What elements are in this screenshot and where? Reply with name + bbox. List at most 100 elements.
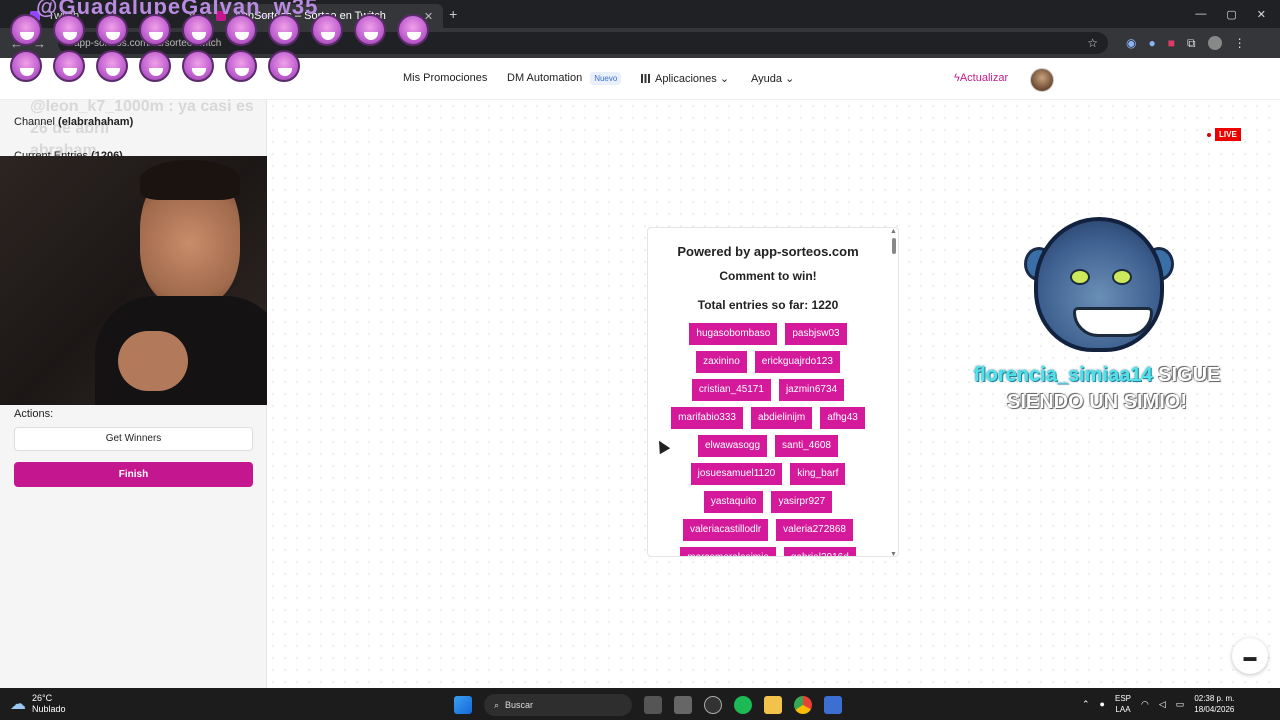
get-winners-button[interactable]: Get Winners (14, 427, 253, 451)
back-icon[interactable]: ← (10, 36, 23, 51)
entry-chip: josuesamuel1120 (690, 463, 783, 485)
volume-icon[interactable]: ◁ (1159, 699, 1166, 710)
search-label: Buscar (505, 700, 534, 710)
forward-icon[interactable]: → (33, 36, 46, 51)
scroll-down-icon[interactable]: ▼ (890, 551, 897, 556)
entry-chip: yastaquito (703, 491, 764, 513)
app-tray-icon[interactable]: ● (1100, 699, 1105, 709)
entry-chip: yasirpr927 (771, 491, 833, 513)
follower-alert: florencia_simiaa14 SIGUE SIENDO UN SIMIO… (917, 362, 1277, 416)
close-tab-icon[interactable]: ✕ (187, 10, 196, 23)
spotify-icon[interactable] (734, 696, 752, 714)
live-dot-icon (1207, 132, 1211, 137)
finish-button[interactable]: Finish (14, 462, 253, 487)
chat-support-button[interactable]: ▬ (1232, 638, 1268, 674)
new-badge: Nuevo (590, 72, 622, 85)
nav-label: Ayuda (751, 73, 782, 85)
entry-chip: jazmin6734 (778, 379, 845, 401)
chevron-down-icon: ⌄ (785, 73, 795, 85)
language-indicator[interactable]: ESP LAA (1115, 693, 1131, 715)
close-tab-icon[interactable]: ✕ (424, 10, 433, 23)
url-input[interactable]: app-sorteos.com/es/sorteo-twitch ☆ (58, 32, 1108, 54)
scroll-thumb[interactable] (892, 238, 896, 254)
new-tab-icon[interactable]: + (449, 6, 457, 22)
entry-chip: abdielinijm (750, 407, 813, 429)
address-bar-row: ← → app-sorteos.com/es/sorteo-twitch ☆ ◉… (0, 28, 1280, 58)
user-avatar[interactable] (1030, 68, 1054, 92)
entries-row: zaxinino erickguajrdo123 (658, 351, 878, 373)
comment-to-win: Comment to win! (719, 269, 817, 283)
bookmark-star-icon[interactable]: ☆ (1087, 36, 1098, 50)
entry-chip: marcomoralesimio (680, 547, 776, 556)
cloud-icon: ☁ (10, 696, 26, 713)
kebab-menu-icon[interactable]: ⋮ (1234, 36, 1246, 50)
tab-title: AppSorteos – Sorteo en Twitch (234, 10, 386, 22)
grid-icon (641, 74, 650, 83)
nav-dm-automation[interactable]: DM Automation Nuevo (507, 72, 622, 85)
entry-chip: afhg43 (820, 407, 865, 429)
minimize-icon[interactable]: — (1195, 8, 1206, 21)
extension-icon[interactable]: ■ (1168, 36, 1175, 50)
extension-icon[interactable]: ● (1148, 36, 1155, 50)
file-explorer-icon[interactable] (764, 696, 782, 714)
tab-twitch[interactable]: Twitch ✕ (20, 4, 206, 28)
channel-value: (elabrahaham) (58, 116, 134, 128)
time: 02:38 p. m. (1194, 694, 1235, 703)
scroll-up-icon[interactable]: ▲ (890, 228, 897, 235)
entries-row: elwawasogg santi_4608 (658, 435, 878, 457)
wifi-icon[interactable]: ◠ (1141, 699, 1149, 710)
battery-icon[interactable]: ▭ (1176, 699, 1185, 710)
mascot-eye (1070, 269, 1090, 285)
task-view-icon[interactable] (644, 696, 662, 714)
entry-chip: hugasobombaso (689, 323, 778, 345)
browser-tab-bar: Twitch ✕ AppSorteos – Sorteo en Twitch ✕… (0, 0, 1280, 28)
chevron-up-icon[interactable]: ⌃ (1082, 699, 1090, 710)
windows-start-icon[interactable] (454, 696, 472, 714)
update-label: Actualizar (959, 72, 1009, 84)
follower-msg: SIENDO UN SIMIO! (1006, 391, 1187, 413)
powered-by: Powered by app-sorteos.com (677, 244, 859, 259)
entries-row: cristian_45171 jazmin6734 (658, 379, 878, 401)
taskbar-search[interactable]: ⌕ Buscar (484, 694, 632, 716)
update-link[interactable]: ϟActualizar (954, 72, 1008, 84)
scrollbar[interactable]: ▲ ▼ (890, 228, 897, 556)
live-badge: LIVE (1215, 128, 1241, 141)
mascot-eye (1112, 269, 1132, 285)
entries-row: hugasobombaso pasbjsw03 (658, 323, 878, 345)
url-text: app-sorteos.com/es/sorteo-twitch (74, 37, 222, 49)
actions-label: Actions: (14, 408, 54, 420)
appsorteos-icon (216, 11, 227, 21)
follower-msg: SIGUE (1158, 364, 1221, 386)
close-window-icon[interactable]: ✕ (1257, 8, 1266, 21)
store-icon[interactable] (674, 696, 692, 714)
clock[interactable]: 02:38 p. m. 18/04/2026 (1194, 693, 1234, 715)
puzzle-icon[interactable]: ⧉ (1187, 36, 1196, 51)
entry-chip: zaxinino (696, 351, 747, 373)
window-controls: — ▢ ✕ (1195, 8, 1280, 21)
nav-aplicaciones[interactable]: Aplicaciones ⌄ (641, 72, 729, 85)
tab-title: Twitch (48, 10, 80, 22)
mascot-face (1034, 217, 1164, 352)
nav-label: DM Automation (507, 72, 583, 84)
nav-label: Aplicaciones (655, 73, 717, 85)
maximize-icon[interactable]: ▢ (1226, 8, 1236, 21)
weather-widget[interactable]: ☁ 26°C Nublado (10, 693, 66, 715)
entries-row: yastaquito yasirpr927 (658, 491, 878, 513)
tab-appsorteos[interactable]: AppSorteos – Sorteo en Twitch ✕ (206, 4, 444, 28)
github-icon[interactable] (704, 696, 722, 714)
app-icon[interactable] (824, 696, 842, 714)
extension-icon[interactable]: ◉ (1126, 36, 1136, 50)
entry-chip: cristian_45171 (691, 379, 771, 401)
chrome-icon[interactable] (794, 696, 812, 714)
nav-ayuda[interactable]: Ayuda ⌄ (751, 72, 794, 85)
mascot-mouth (1073, 307, 1153, 337)
entry-chip: erickguajrdo123 (754, 351, 840, 373)
profile-avatar[interactable] (1207, 36, 1222, 50)
entry-chip: elwawasogg (698, 435, 768, 457)
nav-mis-promociones[interactable]: Mis Promociones (403, 72, 487, 84)
entry-chip: gabriel2016d (783, 547, 856, 556)
entries-row: valeriacastillodlr valeria272868 (658, 519, 878, 541)
gorilla-mascot (1024, 217, 1174, 357)
date: 18/04/2026 (1194, 705, 1235, 714)
main-area: LIVE Powered by app-sorteos.com Comment … (267, 100, 1280, 688)
